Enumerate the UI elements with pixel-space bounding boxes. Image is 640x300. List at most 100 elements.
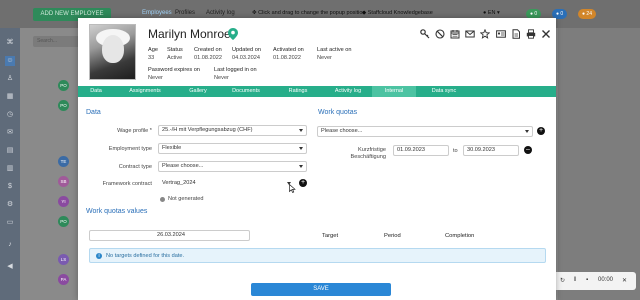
add-framework-contract-button[interactable]: + [299,179,307,187]
knowledgebase-link[interactable]: ◆ Staffcloud Knowledgebase [362,10,433,16]
column-completion: Completion [445,233,475,239]
chevron-down-icon [299,129,303,132]
stop-icon[interactable]: ▪ [586,277,588,283]
created-label: Created on [194,47,222,53]
user-plus-icon[interactable]: ♙ [5,74,15,84]
chart-icon[interactable]: ▥ [5,164,15,174]
nav-activity-log[interactable]: Activity log [206,10,235,16]
key-icon[interactable] [420,29,430,39]
column-target: Target [322,233,339,239]
wage-profile-label: Wage profile * [117,128,152,134]
popup-position-hint: ✥ Click and drag to change the popup pos… [252,10,366,16]
replay-icon[interactable]: ↻ [560,277,565,284]
money-icon[interactable]: $ [5,182,15,192]
avatar[interactable]: TE [58,156,69,167]
employee-name: Marilyn Monroe [148,27,231,41]
date-to-label: to [453,148,458,154]
users-icon[interactable]: ☺ [5,56,15,66]
block-icon[interactable] [435,29,445,39]
tab-internal[interactable]: Internal [372,86,416,97]
avatar[interactable]: PO [58,100,69,111]
chevron-down-icon [299,147,303,150]
avatar[interactable]: PO [58,216,69,227]
popup-hint-text: Click and drag to change the popup posit… [258,10,366,16]
mail-icon[interactable] [465,29,475,39]
tab-data[interactable]: Data [78,86,114,97]
quota-date-from[interactable]: 01.09.2023 [393,145,449,156]
activated-value: 01.08.2022 [273,55,301,61]
employee-modal: Marilyn Monroe Age 33 Status Active Crea… [78,18,556,300]
quota-values-date[interactable]: 26.03.2024 [89,230,250,241]
contract-type-label: Contract type [118,164,152,170]
badge-green-count: 0 [534,11,538,17]
settings-icon[interactable]: ⚙ [5,200,15,210]
status-value: Active [167,55,183,61]
calendar-icon[interactable]: ▦ [5,92,15,102]
tab-data-sync[interactable]: Data sync [416,86,472,97]
save-button[interactable]: SAVE [251,283,391,296]
updated-value: 04.03.2024 [232,55,260,61]
avatar[interactable]: PA [58,274,69,285]
avatar[interactable]: PO [58,80,69,91]
contract-type-value: Please choose... [162,163,204,169]
document-icon[interactable]: ▤ [5,146,15,156]
nav-profiles[interactable]: Profiles [175,10,195,16]
password-expires-value: Never [148,75,163,81]
print-icon[interactable] [526,29,536,39]
location-pin-icon[interactable] [228,28,238,40]
bell-icon[interactable]: ♪ [5,240,15,250]
profile-photo[interactable] [89,24,136,80]
tab-bar: Data Assignments Gallery Documents Ratin… [78,86,556,97]
last-login-value: Never [214,75,229,81]
status-label: Status [167,47,183,53]
employment-type-value: Flexible [162,145,182,151]
language-label: EN [487,10,496,16]
calendar-icon[interactable] [450,29,460,39]
data-section-title: Data [86,109,101,116]
chat-icon[interactable]: ✉ [5,128,15,138]
cursor-icon [289,184,296,193]
star-icon[interactable] [480,29,490,39]
avatar[interactable]: LS [58,254,69,265]
work-quotas-value: Please choose... [321,128,363,134]
employment-type-select[interactable]: Flexible [158,143,307,154]
nav-employees[interactable]: Employees [142,10,172,16]
employment-type-label: Employment type [108,146,152,152]
clock-icon[interactable]: ◷ [5,110,15,120]
megaphone-icon[interactable]: ◀ [5,262,15,272]
avatar[interactable]: YI [58,196,69,207]
tab-ratings[interactable]: Ratings [272,86,324,97]
add-work-quota-button[interactable]: + [537,127,545,135]
wage-profile-value: 25.-/H mit Verpflegungsabzug (CHF) [162,127,253,133]
work-quotas-select[interactable]: Please choose... [317,126,533,137]
id-card-icon[interactable] [496,29,506,39]
badge-orange[interactable]: ● 24 [578,9,596,19]
kurzfristige-label: Kurzfristige Beschäftigung [350,147,386,160]
contract-type-select[interactable]: Please choose... [158,161,307,172]
info-alert-text: No targets defined for this date. [106,253,185,259]
folder-icon[interactable]: ▭ [5,218,15,228]
photo-face [102,35,124,63]
work-quotas-section-title: Work quotas [318,109,358,116]
close-icon[interactable] [541,29,551,39]
sitemap-icon[interactable]: ⌘ [5,38,15,48]
file-icon[interactable] [511,29,521,39]
created-value: 01.08.2022 [194,55,222,61]
last-active-label: Last active on [317,47,352,53]
framework-contract-value: Vertrag_2024 [162,180,196,186]
avatar[interactable]: SB [58,176,69,187]
tab-assignments[interactable]: Assignments [114,86,176,97]
badge-blue-count: 0 [560,11,564,17]
language-select[interactable]: ● EN ▾ [483,10,500,16]
remove-work-quota-button[interactable]: – [524,146,532,154]
tab-activity-log[interactable]: Activity log [324,86,372,97]
tab-documents[interactable]: Documents [220,86,272,97]
pause-icon[interactable]: ‖ [574,277,576,283]
quota-date-to[interactable]: 30.09.2023 [463,145,519,156]
tab-gallery[interactable]: Gallery [176,86,220,97]
generated-status-icon [160,197,165,202]
framework-contract-select[interactable]: Vertrag_2024 [158,178,295,189]
password-expires-label: Password expires on [148,67,200,73]
wage-profile-select[interactable]: 25.-/H mit Verpflegungsabzug (CHF) [158,125,307,136]
close-recorder-icon[interactable]: ✕ [622,277,627,284]
